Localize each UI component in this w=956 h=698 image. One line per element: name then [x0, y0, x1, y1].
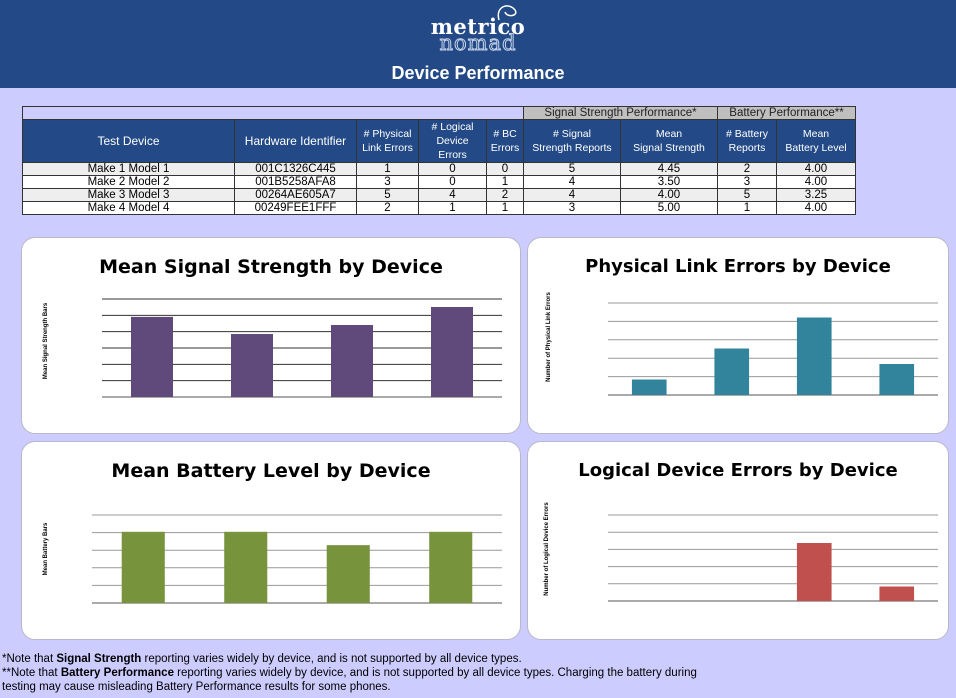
page-title: Device Performance [391, 63, 565, 83]
bar-4 [879, 586, 915, 601]
col-bc-errors: # BC Errors [486, 119, 524, 163]
cell: 5 [717, 188, 777, 202]
cell: Make 3 Model 3 [22, 188, 235, 202]
logo-nomad: nomad [439, 31, 517, 55]
chart-plot [608, 514, 938, 602]
cell: 4 [418, 188, 487, 202]
page-header: metrico nomad Device Performance [0, 0, 956, 88]
cell: 3 [523, 201, 621, 215]
cell: 0 [486, 162, 524, 176]
table-header-row: Test Device Hardware Identifier # Physic… [22, 119, 856, 163]
cell: 5 [356, 188, 419, 202]
cell: Make 2 Model 2 [22, 175, 235, 189]
bar-4 [879, 364, 915, 395]
cell: 4 [523, 188, 621, 202]
bar-1 [631, 379, 667, 395]
cell: 0 [418, 162, 487, 176]
chart-title: Mean Battery Level by Device [111, 460, 431, 482]
chart-title: Mean Signal Strength by Device [99, 256, 443, 278]
cell: 1 [418, 201, 487, 215]
table-row: Make 3 Model 3 00264AE605A7 5 4 2 4 4.00 5 3.25 [22, 188, 856, 202]
cell: 5 [523, 162, 621, 176]
y-axis-label: Number of Physical Link Errors [546, 292, 552, 382]
note-signal: *Note that Signal Strength reporting var… [2, 653, 522, 665]
cell: 4.00 [776, 162, 856, 176]
y-axis-label: Mean Battery Bars [43, 522, 49, 576]
cell: 2 [356, 201, 419, 215]
chart-panel-logical-device-errors: Logical Device Errors by Device Number o… [527, 441, 949, 640]
bar-3 [796, 543, 832, 601]
chart-plot [102, 298, 502, 398]
chart-title: Logical Device Errors by Device [578, 460, 898, 481]
cell: 2 [486, 188, 524, 202]
col-hardware-identifier: Hardware Identifier [234, 119, 357, 163]
cell: 5.00 [620, 201, 718, 215]
col-physical-link-errors: # Physical Link Errors [356, 119, 419, 163]
chart-plot [608, 302, 938, 396]
table-row: Make 4 Model 4 00249FEE1FFF 2 1 1 3 5.00 1 4.00 [22, 201, 856, 215]
table-row: Make 2 Model 2 001B5258AFA8 3 0 1 4 3.50 3 4.00 [22, 175, 856, 189]
note-battery: **Note that Battery Performance reportin… [2, 667, 697, 679]
cell: 1 [486, 201, 524, 215]
bar-3 [331, 325, 373, 397]
chart-plot [92, 514, 502, 604]
chart-title: Physical Link Errors by Device [585, 256, 891, 277]
col-test-device: Test Device [22, 119, 235, 163]
bar-2 [224, 531, 268, 603]
bar-1 [121, 531, 165, 603]
cell: 1 [717, 201, 777, 215]
bar-4 [431, 307, 473, 397]
bar-3 [326, 545, 370, 603]
col-mean-battery: Mean Battery Level [776, 119, 856, 163]
cell: 4.00 [776, 201, 856, 215]
cell: 00264AE605A7 [234, 188, 357, 202]
cell: 1 [486, 175, 524, 189]
cell: 00249FEE1FFF [234, 201, 357, 215]
bar-1 [131, 316, 173, 397]
cell: Make 1 Model 1 [22, 162, 235, 176]
bar-4 [429, 531, 473, 603]
cell: 4.00 [620, 188, 718, 202]
cell: 001C1326C445 [234, 162, 357, 176]
y-axis-label: Number of Logical Device Errors [544, 502, 550, 596]
cell: 3 [717, 175, 777, 189]
col-mean-signal: Mean Signal Strength [620, 119, 718, 163]
cell: 4.45 [620, 162, 718, 176]
cell: 3.25 [776, 188, 856, 202]
bar-2 [714, 348, 750, 395]
cell: 001B5258AFA8 [234, 175, 357, 189]
cell: 3.50 [620, 175, 718, 189]
device-performance-table: Signal Strength Performance* Battery Per… [22, 106, 856, 215]
chart-panel-signal-strength: Mean Signal Strength by Device Mean Sign… [21, 237, 521, 434]
chart-panel-battery-level: Mean Battery Level by Device Mean Batter… [21, 441, 521, 640]
bar-3 [796, 317, 832, 395]
cell: Make 4 Model 4 [22, 201, 235, 215]
y-axis-label: Mean Signal Strength Bars [43, 302, 49, 380]
col-signal-reports: # Signal Strength Reports [523, 119, 621, 163]
bar-2 [231, 334, 273, 397]
cell: 3 [356, 175, 419, 189]
cell: 4.00 [776, 175, 856, 189]
note-battery-cont: testing may cause misleading Battery Per… [2, 681, 391, 693]
cell: 4 [523, 175, 621, 189]
cell: 2 [717, 162, 777, 176]
cell: 1 [356, 162, 419, 176]
table-row: Make 1 Model 1 001C1326C445 1 0 0 5 4.45 2 4.00 [22, 162, 856, 176]
group-signal-strength: Signal Strength Performance* [523, 106, 718, 120]
footnotes: *Note that Signal Strength reporting var… [2, 652, 952, 694]
chart-panel-physical-link-errors: Physical Link Errors by Device Number of… [527, 237, 949, 434]
col-logical-device-errors: # Logical Device Errors [418, 119, 487, 163]
cell: 0 [418, 175, 487, 189]
group-battery: Battery Performance** [717, 106, 856, 120]
col-battery-reports: # Battery Reports [717, 119, 777, 163]
